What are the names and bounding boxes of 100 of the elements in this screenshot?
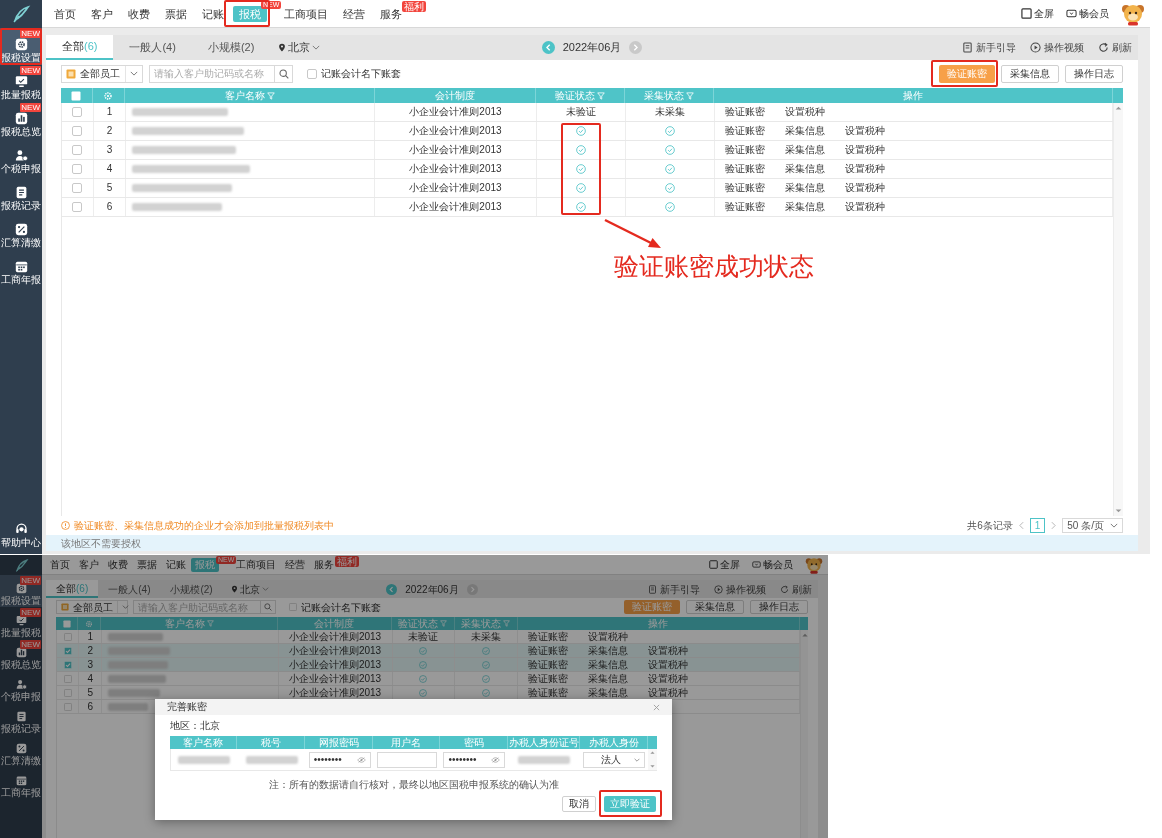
action-button[interactable]: 操作日志: [750, 600, 808, 614]
tab[interactable]: 全部(6): [46, 580, 99, 598]
nav-tab[interactable]: 经营: [281, 557, 309, 572]
checkbox[interactable]: [72, 164, 83, 174]
table-row[interactable]: 1 小企业会计准则2013 未验证 未采集 验证账密 设置税种: [62, 103, 1113, 122]
header-link[interactable]: 操作视频: [1030, 40, 1084, 55]
table-row[interactable]: 3 小企业会计准则2013 验证账密 采集信息 设置税种: [57, 658, 800, 672]
table-row[interactable]: 4 小企业会计准则2013 验证账密 采集信息 设置税种: [62, 160, 1113, 179]
scrollbar[interactable]: [800, 630, 808, 838]
action-link[interactable]: 采集信息: [588, 644, 629, 657]
header-link[interactable]: 刷新: [1098, 40, 1132, 55]
select-field[interactable]: 法人: [583, 751, 645, 768]
sidebar-item[interactable]: 个税申报: [0, 139, 42, 176]
checkbox[interactable]: [72, 202, 83, 212]
header-link[interactable]: 畅会员: [752, 557, 793, 572]
chevron-left-icon[interactable]: [1018, 521, 1024, 530]
action-button[interactable]: 采集信息: [686, 600, 744, 614]
checkbox[interactable]: [72, 126, 83, 136]
page-size-select[interactable]: 50 条/页: [1062, 518, 1123, 533]
sidebar-item[interactable]: NEW 报税设置: [0, 28, 42, 65]
action-link[interactable]: 验证账密: [724, 106, 765, 118]
nav-tab[interactable]: 首页: [48, 5, 82, 22]
header-link[interactable]: 全屏: [709, 557, 740, 572]
sidebar-item[interactable]: 报税记录: [0, 176, 42, 213]
action-link[interactable]: 采集信息: [784, 144, 825, 156]
eye-slash-icon[interactable]: [491, 756, 501, 763]
staff-select[interactable]: 全部员工: [56, 600, 128, 614]
chevron-left-icon[interactable]: [541, 41, 555, 54]
action-link[interactable]: 验证账密: [724, 125, 765, 137]
eye-slash-icon[interactable]: [356, 756, 366, 763]
nav-tab[interactable]: 票据: [133, 557, 161, 572]
filter-icon[interactable]: [266, 91, 275, 100]
action-link[interactable]: 设置税种: [648, 686, 689, 699]
action-link[interactable]: 设置税种: [648, 672, 689, 685]
sidebar-item[interactable]: 工商年报: [0, 767, 42, 799]
scroll-up-icon[interactable]: [650, 751, 655, 754]
tab[interactable]: 一般人(4): [113, 35, 192, 60]
action-link[interactable]: 采集信息: [588, 686, 629, 699]
table-row[interactable]: 4 小企业会计准则2013 验证账密 采集信息 设置税种: [57, 672, 800, 686]
sidebar-item[interactable]: 汇算清缴: [0, 735, 42, 767]
scroll-up-icon[interactable]: [1115, 106, 1122, 110]
action-link[interactable]: 设置税种: [648, 644, 689, 657]
nav-tab[interactable]: 经营: [337, 5, 371, 22]
filter-icon[interactable]: [440, 620, 448, 627]
checkbox[interactable]: [63, 688, 72, 697]
table-row[interactable]: 5 小企业会计准则2013 验证账密 采集信息 设置税种: [57, 686, 800, 700]
header-link[interactable]: 操作视频: [714, 581, 766, 597]
checkbox[interactable]: [63, 632, 72, 641]
action-link[interactable]: 验证账密: [528, 686, 569, 699]
action-link[interactable]: 设置税种: [844, 163, 885, 175]
scrollbar[interactable]: [1113, 103, 1123, 516]
nav-tab[interactable]: 票据: [159, 5, 193, 22]
search-button[interactable]: [275, 64, 293, 83]
scrollbar[interactable]: [648, 749, 657, 770]
tab[interactable]: 小规模(2): [160, 580, 223, 598]
nav-tab[interactable]: 首页: [46, 557, 74, 572]
filter-icon[interactable]: [597, 91, 606, 100]
action-link[interactable]: 验证账密: [528, 672, 569, 685]
action-link[interactable]: 采集信息: [784, 201, 825, 213]
header-link[interactable]: 新手引导: [962, 40, 1016, 55]
chevron-right-icon[interactable]: [466, 583, 478, 595]
scroll-down-icon[interactable]: [1115, 509, 1122, 513]
password-field[interactable]: ••••••••: [308, 751, 371, 768]
settings-icon[interactable]: [103, 90, 114, 101]
search-button[interactable]: [261, 600, 276, 614]
action-link[interactable]: 验证账密: [724, 201, 765, 213]
nav-tab[interactable]: 客户: [85, 5, 119, 22]
checkbox[interactable]: [72, 107, 83, 117]
checkbox[interactable]: [63, 702, 72, 711]
password-field[interactable]: ••••••••: [443, 751, 506, 768]
sidebar-item[interactable]: 汇算清缴: [0, 213, 42, 250]
header-link[interactable]: 新手引导: [648, 581, 700, 597]
checkbox[interactable]: [307, 68, 317, 79]
sidebar-item[interactable]: NEW 报税总览: [0, 102, 42, 139]
mascot-avatar-icon[interactable]: [805, 555, 823, 574]
nav-tab[interactable]: 收费: [122, 5, 156, 22]
dialog-button[interactable]: 取消: [562, 796, 596, 812]
action-button[interactable]: 采集信息: [1001, 64, 1059, 83]
checkbox[interactable]: [72, 183, 83, 193]
sidebar-item[interactable]: NEW 批量报税: [0, 607, 42, 639]
action-link[interactable]: 设置税种: [648, 658, 689, 671]
search-field[interactable]: 请输入客户助记码或名称: [149, 64, 275, 83]
table-row[interactable]: 3 小企业会计准则2013 验证账密 采集信息 设置税种: [62, 141, 1113, 160]
action-link[interactable]: 验证账密: [724, 163, 765, 175]
table-row[interactable]: 1 小企业会计准则2013 未验证 未采集 验证账密 设置税种: [57, 630, 800, 644]
checkbox[interactable]: [63, 674, 72, 683]
tab[interactable]: 小规模(2): [191, 35, 271, 60]
action-link[interactable]: 设置税种: [844, 125, 885, 137]
sidebar-item[interactable]: 工商年报: [0, 250, 42, 287]
action-link[interactable]: 设置税种: [844, 144, 885, 156]
table-row[interactable]: 6 小企业会计准则2013 验证账密 采集信息 设置税种: [62, 198, 1113, 217]
tab[interactable]: 全部(6): [46, 35, 114, 60]
action-link[interactable]: 设置税种: [844, 201, 885, 213]
action-link[interactable]: 采集信息: [784, 182, 825, 194]
action-link[interactable]: 设置税种: [588, 630, 629, 643]
scroll-up-icon[interactable]: [801, 633, 808, 637]
region-dropdown[interactable]: 北京: [230, 580, 269, 598]
header-link[interactable]: 刷新: [780, 581, 812, 597]
action-link[interactable]: 验证账密: [724, 182, 765, 194]
action-link[interactable]: 设置税种: [844, 182, 885, 194]
